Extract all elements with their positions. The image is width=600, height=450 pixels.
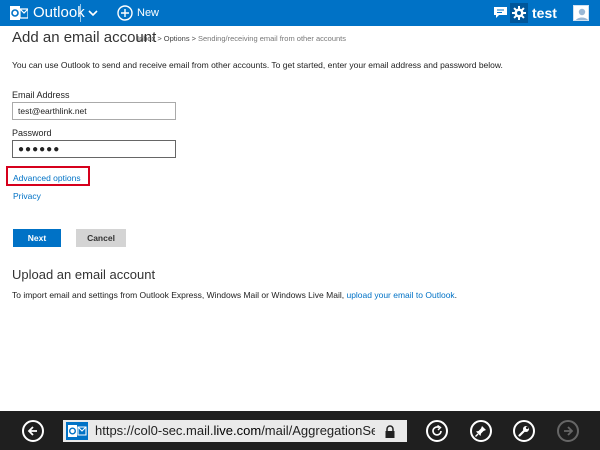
url-suffix: /mail/AggregationSetup <box>261 423 375 438</box>
app-brand[interactable]: Outlook <box>33 4 85 22</box>
outlook-favicon-icon <box>66 422 88 440</box>
outlook-logo-icon[interactable] <box>10 4 28 22</box>
address-bar[interactable]: https://col0-sec.mail.live.com/mail/Aggr… <box>63 420 407 442</box>
forward-button[interactable] <box>557 420 579 442</box>
forward-icon <box>564 426 574 436</box>
upload-heading: Upload an email account <box>12 267 156 282</box>
upload-text-end: . <box>454 290 458 300</box>
cancel-button[interactable]: Cancel <box>76 229 126 247</box>
top-bar: Outlook New test <box>0 0 600 26</box>
email-field[interactable] <box>12 102 176 120</box>
email-label: Email Address <box>12 90 70 100</box>
next-button[interactable]: Next <box>13 229 61 247</box>
gear-icon <box>512 6 526 20</box>
tools-icon <box>518 426 529 437</box>
lock-icon <box>385 425 395 438</box>
browser-bar: https://col0-sec.mail.live.com/mail/Aggr… <box>0 411 600 450</box>
plus-circle-icon <box>117 5 133 21</box>
url-text[interactable]: https://col0-sec.mail.live.com/mail/Aggr… <box>95 423 375 439</box>
intro-text: You can use Outlook to send and receive … <box>12 60 503 70</box>
breadcrumb-separator: > <box>191 34 196 43</box>
breadcrumb-current: Sending/receiving email from other accou… <box>198 34 346 43</box>
new-button[interactable]: New <box>117 4 159 22</box>
url-domain: live.com <box>213 423 262 438</box>
back-button[interactable] <box>22 420 44 442</box>
breadcrumb-separator: > <box>157 34 162 43</box>
chevron-down-icon[interactable] <box>86 6 100 20</box>
chat-icon[interactable] <box>494 7 507 19</box>
breadcrumb-options[interactable]: Options <box>164 34 190 43</box>
back-icon <box>27 426 37 436</box>
page-tools-button[interactable] <box>513 420 535 442</box>
refresh-button[interactable] <box>426 420 448 442</box>
new-button-label: New <box>137 7 160 19</box>
page-title: Add an email account <box>12 29 157 46</box>
upload-text: To import email and settings from Outloo… <box>12 290 457 300</box>
pin-button[interactable] <box>470 420 492 442</box>
password-label: Password <box>12 128 52 138</box>
topbar-divider <box>80 4 81 22</box>
upload-description: To import email and settings from Outloo… <box>12 290 345 300</box>
breadcrumb-inbox[interactable]: Inbox <box>137 34 155 43</box>
breadcrumb: Inbox > Options > Sending/receiving email fr… <box>137 34 346 44</box>
settings-button[interactable] <box>510 3 528 23</box>
privacy-link[interactable]: Privacy <box>13 191 41 201</box>
advanced-options-link[interactable]: Advanced options <box>13 173 81 183</box>
avatar-icon[interactable] <box>573 5 589 21</box>
user-name[interactable]: test <box>532 3 557 23</box>
refresh-icon <box>432 425 442 436</box>
upload-email-link[interactable]: upload your email to Outlook <box>346 290 454 300</box>
password-field[interactable] <box>12 140 176 158</box>
url-prefix: https://col0-sec.mail. <box>95 423 214 438</box>
pin-icon <box>475 426 486 437</box>
